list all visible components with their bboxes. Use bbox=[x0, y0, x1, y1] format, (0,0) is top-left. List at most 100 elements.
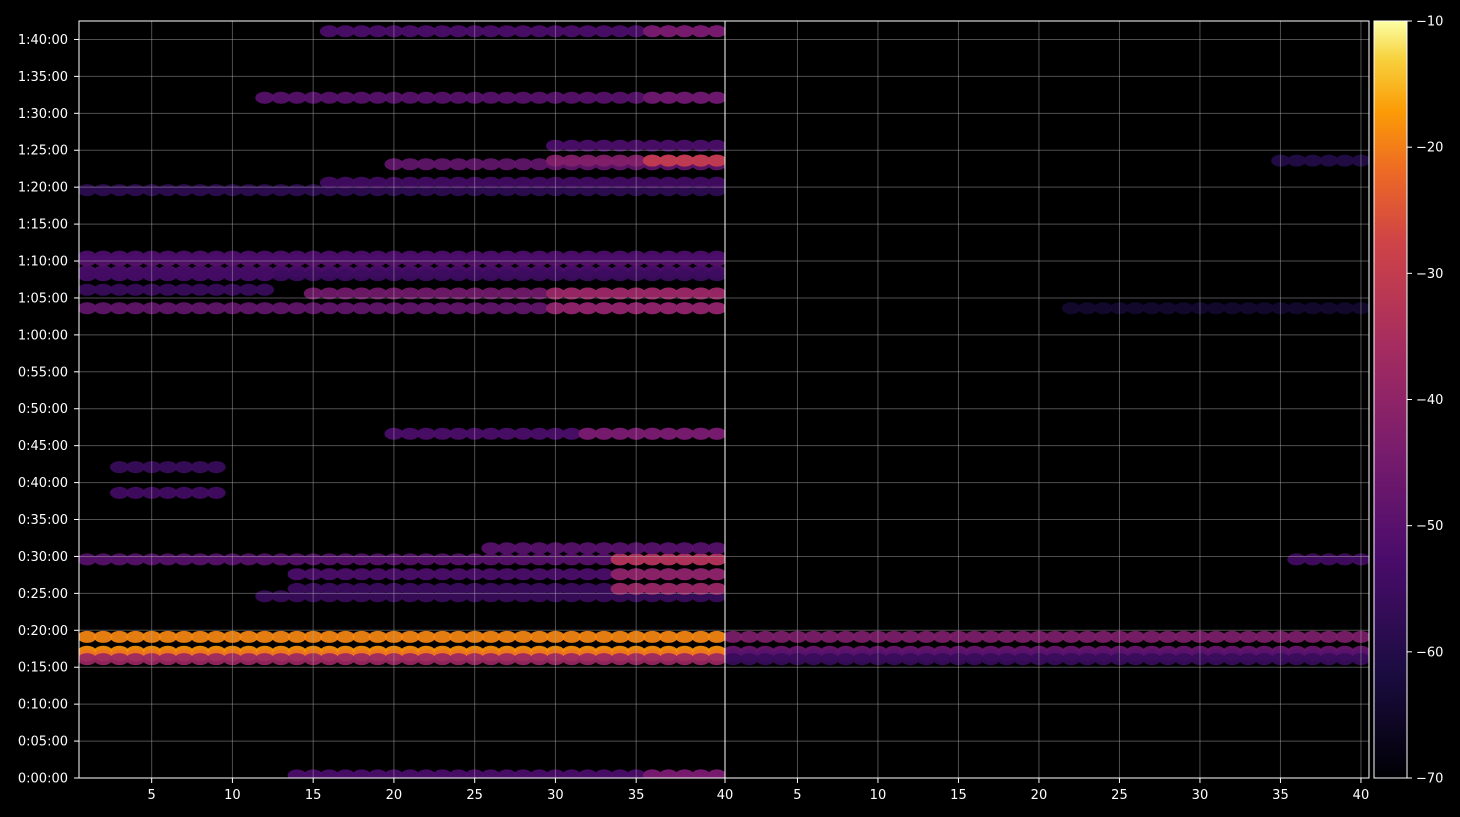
heatmap-cell bbox=[433, 769, 452, 778]
heatmap-cell bbox=[255, 283, 275, 296]
heatmap-cell bbox=[659, 630, 678, 643]
heatmap-cell bbox=[126, 302, 145, 315]
heatmap-cell bbox=[190, 283, 210, 296]
heatmap-cell bbox=[93, 269, 113, 282]
heatmap-cell bbox=[562, 590, 581, 603]
heatmap-cell bbox=[271, 590, 291, 603]
heatmap-cell bbox=[707, 542, 725, 555]
heatmap-cell bbox=[1013, 630, 1033, 643]
heatmap-cell bbox=[158, 630, 178, 643]
heatmap-cell bbox=[1303, 302, 1322, 315]
heatmap-cell bbox=[707, 25, 725, 38]
heatmap-cell bbox=[578, 91, 598, 104]
heatmap-cell bbox=[319, 269, 339, 282]
heatmap-cell bbox=[1206, 302, 1226, 315]
heatmap-cell bbox=[206, 461, 226, 474]
heatmap-cell bbox=[174, 269, 194, 282]
heatmap-cell bbox=[416, 653, 436, 666]
heatmap-cell bbox=[1255, 653, 1274, 666]
colorbar-tick-label: −20 bbox=[1416, 141, 1443, 156]
heatmap-cell bbox=[481, 91, 501, 104]
heatmap-cell bbox=[158, 553, 178, 566]
heatmap-cell bbox=[416, 269, 436, 282]
y-tick-label: 0:05:00 bbox=[18, 735, 68, 750]
heatmap-cell bbox=[772, 630, 791, 643]
x-tick-label: 25 bbox=[466, 788, 483, 803]
heatmap-cell bbox=[497, 568, 517, 581]
colorbar-tick-label: −10 bbox=[1416, 15, 1443, 30]
heatmap-cell bbox=[659, 542, 678, 555]
heatmap-cell bbox=[416, 302, 436, 315]
heatmap-cell bbox=[481, 25, 501, 38]
heatmap-cell bbox=[642, 427, 662, 440]
heatmap-cell bbox=[400, 630, 420, 643]
heatmap-cell bbox=[1142, 630, 1161, 643]
heatmap-cell bbox=[416, 91, 436, 104]
heatmap-cell bbox=[1174, 653, 1194, 666]
heatmap-cell bbox=[513, 269, 533, 282]
heatmap-cell bbox=[433, 590, 452, 603]
heatmap-cell bbox=[481, 427, 501, 440]
heatmap-cell bbox=[836, 630, 856, 643]
heatmap-cell bbox=[110, 461, 129, 474]
heatmap-cell bbox=[1206, 630, 1226, 643]
heatmap-cell bbox=[110, 486, 129, 499]
heatmap-cell bbox=[110, 269, 129, 282]
heatmap-cell bbox=[513, 158, 533, 171]
heatmap-cell bbox=[158, 653, 178, 666]
heatmap-cell bbox=[513, 553, 533, 566]
heatmap-cell bbox=[319, 553, 339, 566]
colorbar-ticks: −10 −20 −30 −40 −50 −60 −70 bbox=[1407, 15, 1443, 787]
heatmap-cell bbox=[497, 158, 517, 171]
heatmap-cell bbox=[336, 653, 355, 666]
heatmap-cell bbox=[497, 542, 517, 555]
heatmap-cell bbox=[93, 283, 113, 296]
heatmap-cell bbox=[271, 269, 291, 282]
heatmap-cell bbox=[93, 653, 113, 666]
heatmap-cell bbox=[481, 269, 501, 282]
heatmap-cell bbox=[416, 25, 436, 38]
heatmap-cell bbox=[449, 568, 468, 581]
x-tick-label: 35 bbox=[628, 788, 645, 803]
heatmap-cell bbox=[562, 302, 581, 315]
y-tick-label: 1:35:00 bbox=[18, 70, 68, 85]
heatmap-cell bbox=[900, 630, 920, 643]
heatmap-cell bbox=[336, 630, 355, 643]
heatmap-cell bbox=[416, 630, 436, 643]
heatmap-cell bbox=[594, 553, 614, 566]
heatmap-cell bbox=[529, 542, 549, 555]
heatmap-cell bbox=[368, 25, 388, 38]
heatmap-cell bbox=[529, 568, 549, 581]
heatmap-cell bbox=[691, 269, 711, 282]
heatmap-cell bbox=[1078, 630, 1097, 643]
heatmap-cell bbox=[206, 302, 226, 315]
heatmap-cell bbox=[497, 769, 517, 778]
heatmap-cell bbox=[691, 154, 711, 167]
x-tick-label: 20 bbox=[1031, 788, 1048, 803]
heatmap-cell bbox=[352, 91, 371, 104]
heatmap-cell bbox=[1094, 302, 1113, 315]
heatmap-cell bbox=[884, 630, 904, 643]
heatmap-cell bbox=[497, 427, 517, 440]
heatmap-cell bbox=[416, 158, 436, 171]
heatmap-cell bbox=[368, 653, 388, 666]
heatmap-cell bbox=[239, 302, 258, 315]
heatmap-cell bbox=[675, 25, 694, 38]
heatmap-cell bbox=[610, 427, 630, 440]
heatmap-cell bbox=[1319, 630, 1339, 643]
heatmap-cell bbox=[352, 568, 371, 581]
heatmap-cell bbox=[578, 25, 598, 38]
heatmap-cell bbox=[497, 630, 517, 643]
heatmap-cell bbox=[497, 553, 517, 566]
heatmap-cell bbox=[352, 630, 371, 643]
heatmap-cell bbox=[368, 269, 388, 282]
heatmap-cell bbox=[1174, 302, 1194, 315]
heatmap-cell bbox=[1206, 653, 1226, 666]
heatmap-cell bbox=[239, 553, 258, 566]
heatmap-cell bbox=[578, 653, 598, 666]
heatmap-cell bbox=[1239, 653, 1258, 666]
heatmap-cell bbox=[255, 184, 275, 197]
heatmap-cell bbox=[1287, 553, 1306, 566]
heatmap-cell bbox=[642, 25, 662, 38]
x-tick-label: 15 bbox=[950, 788, 967, 803]
